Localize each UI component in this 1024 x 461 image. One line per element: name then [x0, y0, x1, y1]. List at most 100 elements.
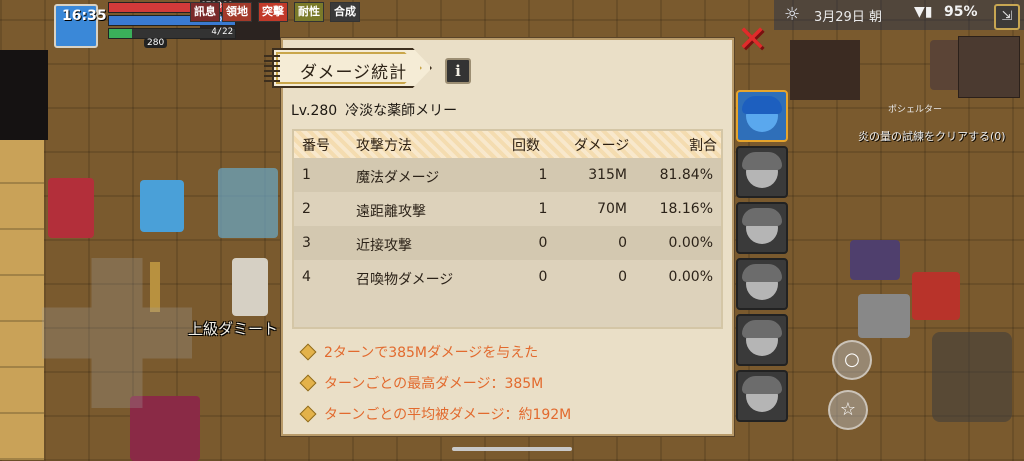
cell-count: 0 — [538, 235, 548, 251]
menu-corner-button[interactable]: ⇲ — [994, 4, 1020, 30]
party-sidebar — [734, 90, 788, 426]
table-row: 4 召喚物ダメージ 0 0 0.00% — [294, 260, 721, 294]
battery-level: 95% — [944, 4, 978, 20]
party-member-slot[interactable] — [736, 258, 788, 310]
summary-max-damage: ターンごとの最高ダメージ：385M — [324, 376, 544, 392]
close-button[interactable]: ✕ — [737, 22, 767, 58]
hero-sprite — [218, 168, 278, 238]
sp-bar: 4/22 — [108, 27, 236, 39]
minimap[interactable] — [958, 36, 1020, 98]
dark-wall — [0, 50, 48, 140]
summary-total-damage: 2ターンで385Mダメージを与えた — [324, 345, 539, 361]
lamp-stand — [150, 262, 160, 312]
cell-number: 2 — [302, 201, 311, 217]
hud-tag-territory[interactable]: 領地 — [222, 2, 252, 22]
favorite-button[interactable]: ☆ — [828, 390, 868, 430]
cell-method: 魔法ダメージ — [356, 170, 440, 186]
cell-count: 1 — [538, 167, 548, 183]
info-icon: i — [455, 62, 461, 80]
avatar-hair — [742, 96, 782, 114]
cell-damage: 315M — [588, 167, 627, 183]
cell-damage: 0 — [618, 269, 627, 285]
summary-line: 2ターンで385Mダメージを与えた — [292, 338, 722, 369]
wifi-icon: ▼▮ — [914, 4, 933, 20]
bow-attack-button[interactable] — [932, 332, 1012, 422]
magnifier-icon: ○ — [844, 349, 860, 370]
cell-number: 3 — [302, 235, 311, 251]
cell-damage: 0 — [618, 235, 627, 251]
level-chip: 280 — [144, 38, 168, 48]
info-button[interactable]: i — [445, 58, 471, 84]
star-icon: ☆ — [839, 399, 857, 420]
table-row: 1 魔法ダメージ 1 315M 81.84% — [294, 158, 721, 192]
avatar-hair — [742, 376, 782, 394]
dummy-label: 上級ダミート — [188, 320, 279, 338]
cell-ratio: 0.00% — [668, 235, 713, 251]
party-member-slot[interactable] — [736, 370, 788, 422]
dark-wall — [790, 40, 860, 100]
col-attack-method: 攻撃方法 — [356, 138, 412, 154]
cell-method: 遠距離攻撃 — [356, 204, 426, 220]
device-status-bar: ☼ 3月29日 朝 ▼▮ 95% ⇲ — [774, 0, 1024, 30]
hud-tag-resistance[interactable]: 耐性 — [294, 2, 324, 22]
summary-line: ターンごとの平均被ダメージ：約192M — [292, 400, 722, 431]
table-header: 番号 攻撃方法 回数 ダメージ 割合 — [294, 131, 721, 160]
clock-time: 16:35 — [62, 8, 107, 24]
date-text: 3月29日 朝 — [814, 10, 882, 25]
summary-line: ターンごとの最高ダメージ：385M — [292, 369, 722, 400]
character-level: Lv.280 — [291, 103, 338, 119]
npc-sprite — [140, 180, 184, 232]
sp-value: 4/22 — [211, 27, 233, 37]
notebook-rings-icon — [264, 54, 280, 82]
search-button[interactable]: ○ — [832, 340, 872, 380]
cell-number: 4 — [302, 269, 311, 285]
table-row: 2 遠距離攻撃 1 70M 18.16% — [294, 192, 721, 226]
table-row: 3 近接攻撃 0 0 0.00% — [294, 226, 721, 260]
hud-tag-synthesis[interactable]: 合成 — [330, 2, 360, 22]
gesture-home-bar[interactable] — [452, 447, 572, 451]
left-tile-column — [0, 140, 44, 460]
diamond-bullet-icon — [299, 374, 317, 392]
col-count: 回数 — [512, 138, 540, 154]
col-ratio: 割合 — [689, 138, 717, 154]
avatar-hair — [742, 320, 782, 338]
party-member-slot[interactable] — [736, 314, 788, 366]
cell-number: 1 — [302, 167, 311, 183]
avatar-hair — [742, 152, 782, 170]
avatar-hair — [742, 208, 782, 226]
cell-count: 1 — [538, 201, 548, 217]
character-info: Lv.280 冷淡な薬師メリー — [291, 100, 465, 120]
summary-avg-damage-taken: ターンごとの平均被ダメージ：約192M — [324, 407, 572, 423]
avatar-hair — [742, 264, 782, 282]
party-member-slot[interactable] — [736, 202, 788, 254]
cell-ratio: 81.84% — [659, 167, 713, 183]
cell-ratio: 18.16% — [659, 201, 713, 217]
cell-ratio: 0.00% — [668, 269, 713, 285]
shelter-label: ポシェルター — [888, 105, 943, 115]
party-member-slot[interactable] — [736, 146, 788, 198]
damage-table: 番号 攻撃方法 回数 ダメージ 割合 1 魔法ダメージ 1 315M 81.84… — [292, 129, 723, 329]
red-bench-sprite — [48, 178, 94, 238]
training-dummy-sprite — [232, 258, 268, 316]
party-member-slot[interactable] — [736, 90, 788, 142]
exit-icon: ⇲ — [1001, 9, 1013, 24]
red-hex-sprite — [912, 272, 960, 320]
cell-method: 召喚物ダメージ — [356, 272, 454, 288]
diamond-bullet-icon — [299, 405, 317, 423]
quest-text: 炎の量の試練をクリアする(0) — [858, 130, 1006, 143]
col-damage: ダメージ — [574, 138, 630, 154]
character-name: 冷淡な薬師メリー — [345, 103, 458, 119]
close-icon: ✕ — [737, 19, 768, 60]
dialog-title: ダメージ統計 — [300, 63, 408, 83]
cell-damage: 70M — [597, 201, 627, 217]
table-body: 1 魔法ダメージ 1 315M 81.84% 2 遠距離攻撃 1 70M 18.… — [294, 158, 721, 327]
damage-summary: 2ターンで385Mダメージを与えた ターンごとの最高ダメージ：385M ターンご… — [292, 338, 722, 431]
cell-method: 近接攻撃 — [356, 238, 412, 254]
cell-count: 0 — [538, 269, 548, 285]
weather-sun-icon: ☼ — [784, 4, 801, 25]
hud-tag-raid[interactable]: 突擊 — [258, 2, 288, 22]
diamond-bullet-icon — [299, 343, 317, 361]
furnace-sprite — [858, 294, 910, 338]
hud-tag-message[interactable]: 訊息 — [190, 2, 220, 22]
item-sprite — [850, 240, 900, 280]
